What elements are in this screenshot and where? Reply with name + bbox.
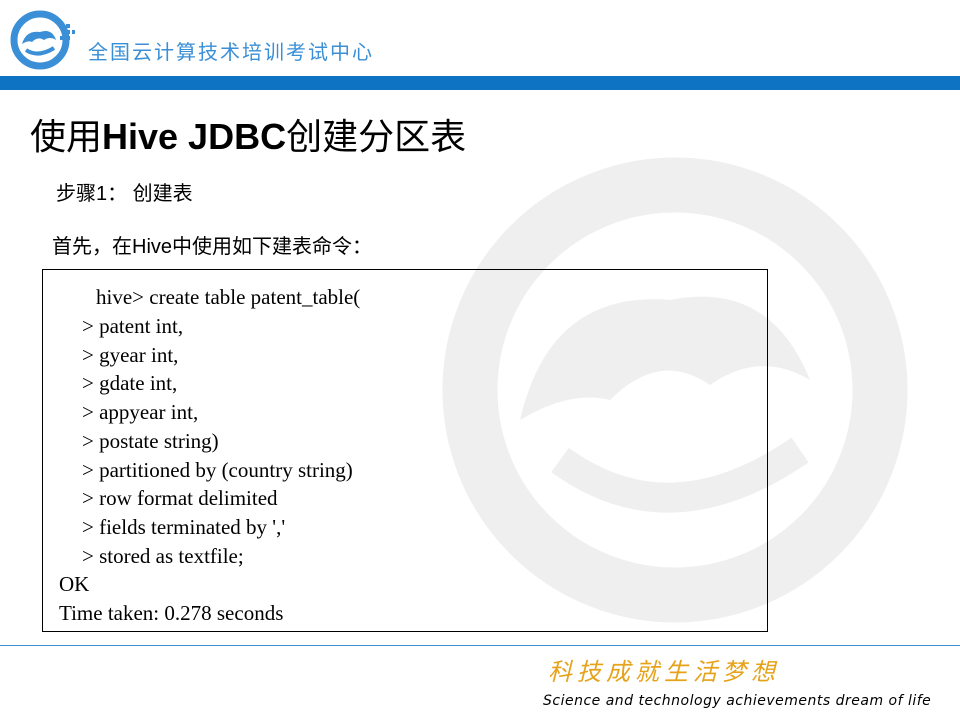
header: 全国云计算技术培训考试中心	[0, 0, 960, 76]
slide-title-latin: Hive JDBC	[102, 116, 287, 157]
code-line: > fields terminated by ','	[82, 515, 286, 539]
step-label: 步骤1： 创建表	[56, 183, 193, 205]
slide-title-suffix: 创建分区表	[286, 116, 467, 157]
code-line: > appyear int,	[82, 400, 199, 424]
code-box: hive> create table patent_table( > paten…	[42, 269, 768, 632]
slide-title-prefix: 使用	[30, 116, 103, 157]
slide-title: 使用Hive JDBC创建分区表	[30, 108, 466, 160]
code-line: > stored as textfile;	[82, 544, 244, 568]
code-line: OK	[59, 572, 90, 596]
footer-tagline: Science and technology achievements drea…	[543, 693, 932, 709]
code-line: > gdate int,	[82, 371, 178, 395]
cloud-swirl-logo-icon	[10, 10, 75, 70]
org-name: 全国云计算技术培训考试中心	[88, 40, 374, 64]
footer-slogan: 科技成就生活梦想	[548, 658, 780, 686]
code-line: > patent int,	[82, 314, 184, 338]
code-line: hive> create table patent_table(	[96, 285, 361, 309]
code-line: > postate string)	[82, 429, 219, 453]
intro-text: 首先，在Hive中使用如下建表命令：	[52, 236, 373, 258]
header-bar	[0, 76, 960, 90]
code-line: Time taken: 0.278 seconds	[59, 601, 284, 625]
footer-divider	[0, 645, 960, 646]
code-line: > row format delimited	[82, 486, 278, 510]
code-line: > gyear int,	[82, 343, 179, 367]
code-line: > partitioned by (country string)	[82, 458, 353, 482]
